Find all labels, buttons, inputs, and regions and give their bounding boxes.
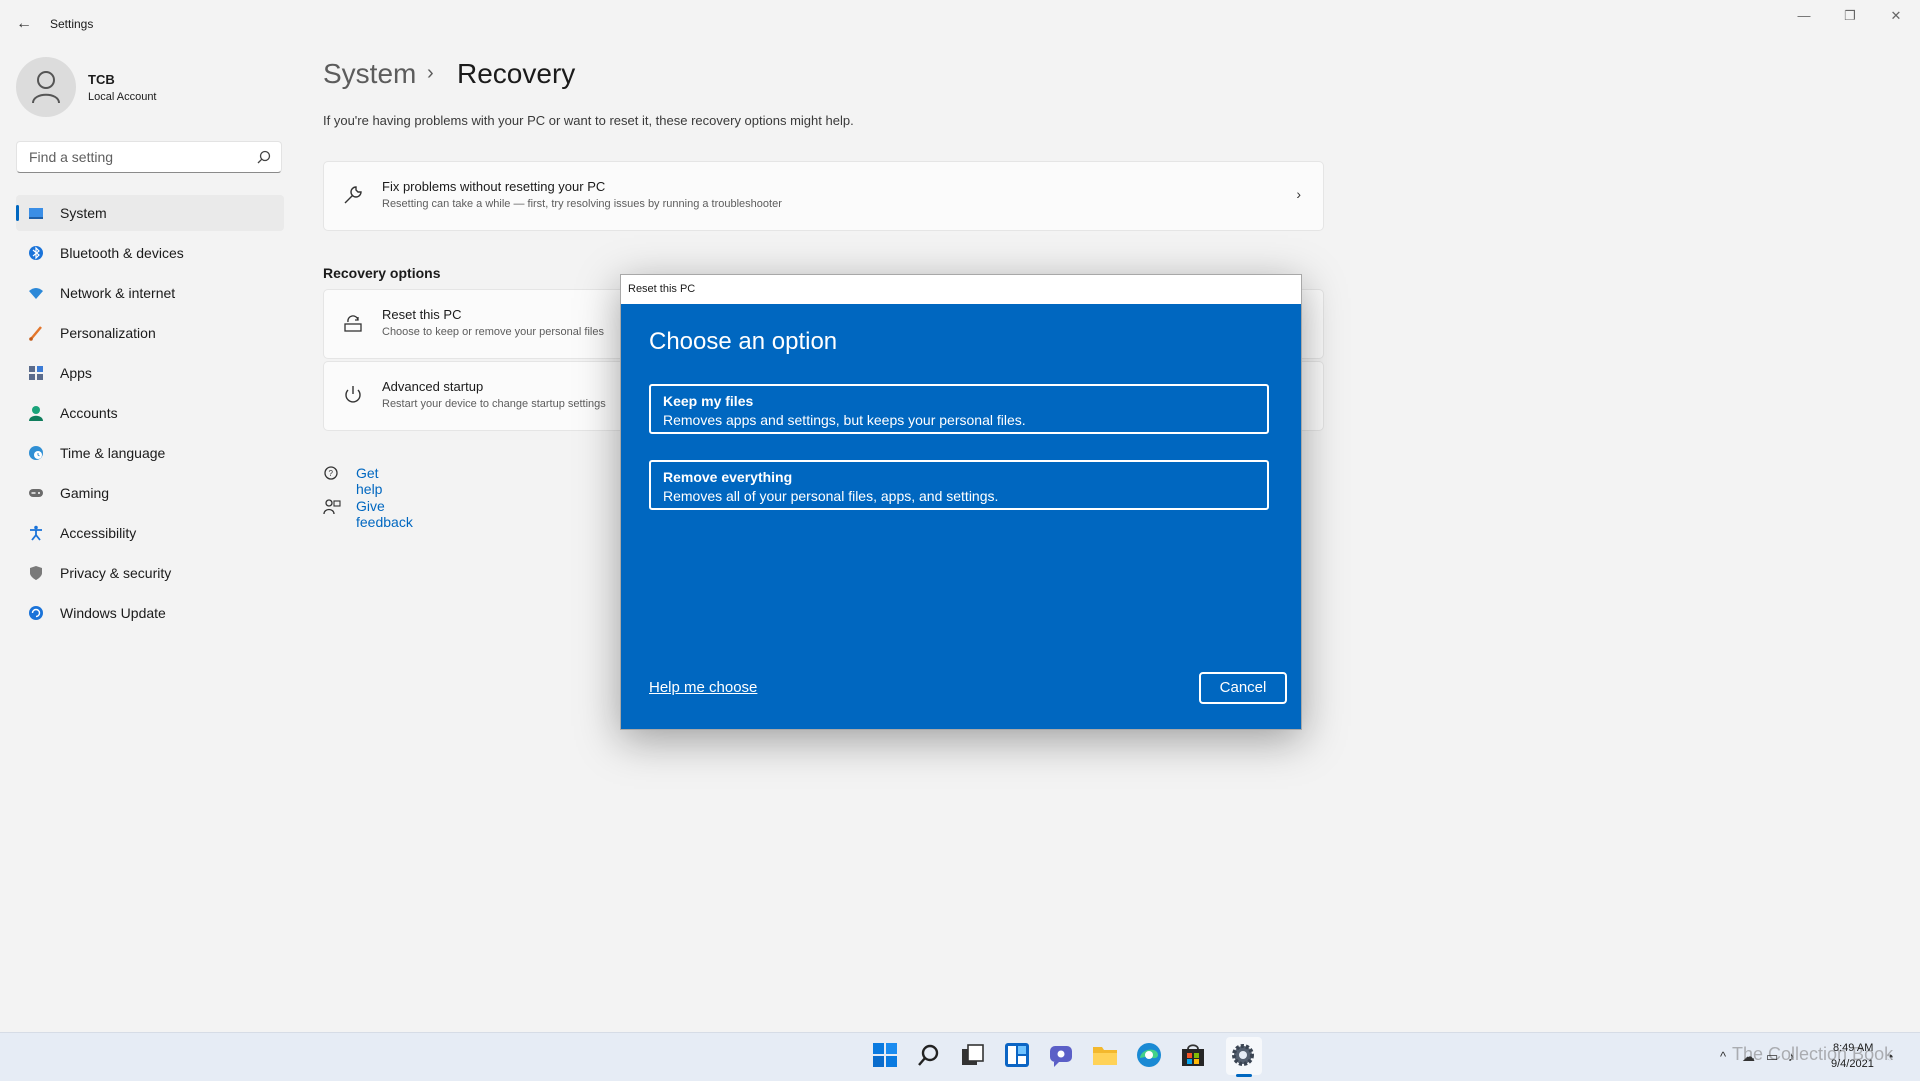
sidebar-item-time-language[interactable]: Time & language (16, 435, 284, 471)
sidebar-item-network[interactable]: Network & internet (16, 275, 284, 311)
user-name: TCB (88, 72, 115, 87)
chat-icon[interactable] (1048, 1042, 1076, 1070)
sidebar-item-bluetooth[interactable]: Bluetooth & devices (16, 235, 284, 271)
active-app-indicator (1236, 1074, 1252, 1077)
sidebar-item-windows-update[interactable]: Windows Update (16, 595, 284, 631)
option-title: Keep my files (663, 393, 754, 409)
sidebar-item-label: Accounts (60, 405, 118, 421)
sidebar-item-label: Windows Update (60, 605, 166, 621)
clock-time[interactable]: 8:49 AM (1833, 1042, 1873, 1054)
sidebar-item-gaming[interactable]: Gaming (16, 475, 284, 511)
shield-icon (30, 566, 42, 580)
sidebar-item-apps[interactable]: Apps (16, 355, 284, 391)
remove-everything-option[interactable]: Remove everything Removes all of your pe… (649, 460, 1269, 510)
system-icon (29, 208, 43, 219)
sidebar-item-label: Network & internet (60, 285, 176, 301)
card-title: Fix problems without resetting your PC (382, 179, 606, 194)
widgets-icon[interactable] (1004, 1042, 1032, 1070)
option-subtitle: Removes all of your personal files, apps… (663, 488, 999, 504)
sidebar-item-accessibility[interactable]: Accessibility (16, 515, 284, 551)
reset-pc-icon (344, 315, 362, 332)
card-title: Reset this PC (382, 307, 462, 322)
active-indicator (16, 205, 19, 221)
volume-icon[interactable]: ♪ (1788, 1049, 1795, 1064)
search-icon (257, 150, 271, 169)
breadcrumb-parent[interactable]: System (323, 58, 416, 90)
search-input[interactable] (27, 148, 251, 166)
notifications-icon[interactable]: ◔ (1886, 1049, 1894, 1064)
chevron-up-icon[interactable]: ^ (1720, 1049, 1726, 1064)
svg-text:?: ? (329, 469, 334, 478)
person-icon (29, 406, 43, 421)
sidebar-item-label: Accessibility (60, 525, 137, 541)
file-explorer-icon[interactable] (1092, 1042, 1120, 1070)
store-icon[interactable] (1180, 1042, 1208, 1070)
apps-icon (29, 366, 43, 380)
minimize-button[interactable]: — (1781, 0, 1827, 32)
accessibility-icon (30, 525, 42, 541)
close-button[interactable]: ✕ (1873, 0, 1919, 32)
start-icon[interactable] (872, 1042, 900, 1070)
update-icon (29, 606, 43, 620)
option-subtitle: Removes apps and settings, but keeps you… (663, 412, 1026, 428)
avatar[interactable] (16, 57, 76, 117)
help-me-choose-link[interactable]: Help me choose (649, 679, 757, 696)
sidebar-item-privacy[interactable]: Privacy & security (16, 555, 284, 591)
link-label: Give feedback (356, 498, 413, 530)
gamepad-icon (29, 489, 43, 497)
cloud-icon[interactable]: ☁ (1742, 1049, 1755, 1065)
card-subtitle: Restart your device to change startup se… (382, 398, 606, 410)
intro-text: If you're having problems with your PC o… (323, 113, 854, 128)
advanced-startup-icon (345, 386, 361, 403)
account-type: Local Account (88, 91, 157, 103)
search-icon[interactable] (916, 1042, 944, 1070)
sidebar-item-label: System (60, 205, 107, 221)
sidebar-item-label: Bluetooth & devices (60, 245, 184, 261)
display-icon[interactable]: ▭ (1766, 1049, 1778, 1065)
option-title: Remove everything (663, 469, 793, 485)
brush-icon (29, 326, 42, 341)
help-chat-icon: ? (324, 466, 338, 480)
link-label: Get help (356, 465, 383, 497)
card-subtitle: Choose to keep or remove your personal f… (382, 326, 604, 338)
fix-problems-card[interactable]: Fix problems without resetting your PC R… (323, 161, 1324, 231)
globe-clock-icon (29, 446, 43, 460)
edge-icon[interactable] (1136, 1042, 1164, 1070)
page-title: Recovery (457, 58, 576, 89)
dialog-heading: Choose an option (649, 328, 838, 355)
person-icon (32, 71, 60, 104)
bluetooth-icon (29, 246, 43, 260)
breadcrumb-separator: › (427, 62, 434, 84)
reset-pc-dialog: Reset this PC Choose an option Keep my f… (620, 274, 1302, 730)
back-arrow-icon[interactable]: ← (10, 12, 38, 36)
settings-icon[interactable] (1230, 1042, 1258, 1070)
dialog-title: Reset this PC (628, 283, 696, 295)
card-title: Advanced startup (382, 379, 484, 394)
restore-button[interactable]: ❐ (1827, 0, 1873, 32)
sidebar-item-label: Gaming (60, 485, 110, 501)
sidebar-item-accounts[interactable]: Accounts (16, 395, 284, 431)
search-box[interactable] (16, 141, 282, 173)
sidebar-item-label: Privacy & security (60, 565, 172, 581)
clock-date[interactable]: 9/4/2021 (1831, 1058, 1874, 1070)
task-view-icon[interactable] (960, 1042, 988, 1070)
feedback-icon (323, 499, 341, 515)
section-heading: Recovery options (323, 265, 441, 281)
sidebar-item-label: Time & language (60, 445, 166, 461)
title-bar: ← Settings — ❐ ✕ (0, 0, 1920, 48)
wifi-icon (29, 288, 43, 299)
sidebar-item-personalization[interactable]: Personalization (16, 315, 284, 351)
sidebar-item-label: Apps (60, 365, 92, 381)
chevron-right-icon: › (1296, 186, 1301, 202)
app-title: Settings (50, 17, 94, 31)
cancel-button[interactable]: Cancel (1199, 672, 1287, 704)
sidebar-item-label: Personalization (60, 325, 156, 341)
card-subtitle: Resetting can take a while — first, try … (382, 198, 782, 210)
sidebar-item-system[interactable]: System (16, 195, 284, 231)
wrench-icon (344, 186, 362, 204)
keep-my-files-option[interactable]: Keep my files Removes apps and settings,… (649, 384, 1269, 434)
dialog-title-bar: Reset this PC (621, 275, 1301, 304)
